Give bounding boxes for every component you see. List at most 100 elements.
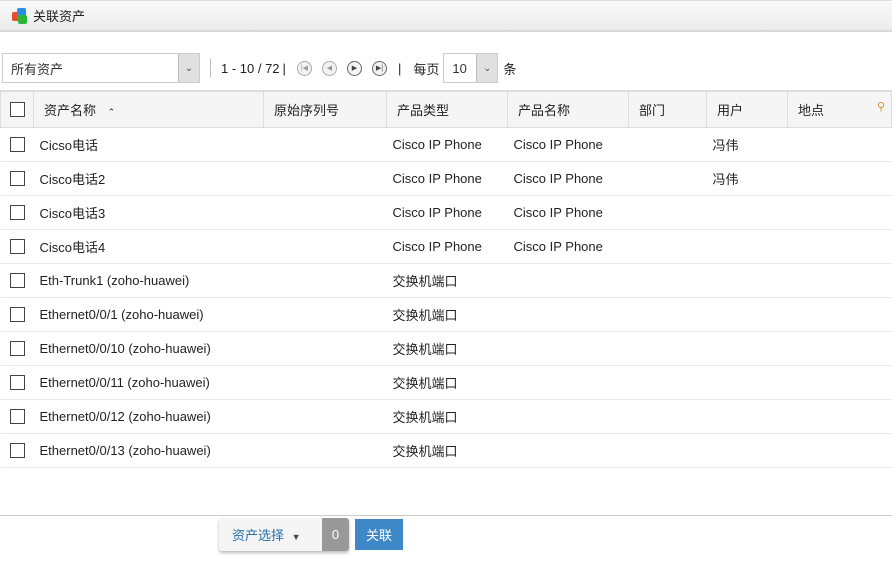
next-page-icon[interactable]: ▶ <box>346 60 362 76</box>
cell-dept <box>628 331 707 366</box>
cell-serial <box>263 127 387 162</box>
cell-dept <box>628 365 707 400</box>
table-row[interactable]: Eth-Trunk1 (zoho-huawei) 交换机端口 <box>0 263 892 298</box>
row-checkbox[interactable] <box>9 443 25 459</box>
cell-name: Ethernet0/0/10 (zoho-huawei) <box>33 331 264 366</box>
row-checkbox[interactable] <box>9 375 25 391</box>
sort-asc-icon[interactable]: ⌃ <box>108 107 116 117</box>
cell-name: Ethernet0/0/1 (zoho-huawei) <box>33 297 264 332</box>
first-page-icon[interactable]: |◀ <box>296 60 312 76</box>
asset-select-button[interactable]: 资产选择 ▼ 0 <box>219 518 349 551</box>
footer-divider <box>0 515 892 516</box>
cell-location <box>787 263 892 298</box>
cell-user <box>706 433 788 468</box>
cell-product: Cisco IP Phone <box>507 127 629 162</box>
table-row[interactable]: Ethernet0/0/13 (zoho-huawei) 交换机端口 <box>0 433 892 468</box>
link-button[interactable]: 关联 <box>355 519 403 550</box>
cell-type: 交换机端口 <box>386 365 508 400</box>
divider: | <box>282 60 286 76</box>
caret-down-icon: ▼ <box>291 532 301 542</box>
cell-serial <box>263 161 387 196</box>
table-row[interactable]: Cicso电话 Cisco IP Phone Cisco IP Phone 冯伟 <box>0 127 892 162</box>
cell-type: Cisco IP Phone <box>386 127 508 162</box>
cell-type: 交换机端口 <box>386 263 508 298</box>
chevron-down-icon[interactable]: ⌄ <box>476 54 498 82</box>
column-header-dept[interactable]: 部门 <box>628 90 707 128</box>
row-checkbox[interactable] <box>9 205 25 221</box>
cell-user <box>706 263 788 298</box>
cell-product: Cisco IP Phone <box>507 195 629 230</box>
cell-name: Eth-Trunk1 (zoho-huawei) <box>33 263 264 298</box>
column-header-name[interactable]: 资产名称 ⌃ <box>33 90 264 128</box>
chevron-down-icon[interactable]: ⌄ <box>178 54 199 82</box>
row-checkbox[interactable] <box>9 409 25 425</box>
column-header-location[interactable]: 地点 ⚲ <box>787 90 892 128</box>
cell-dept <box>628 399 707 434</box>
row-checkbox[interactable] <box>9 171 25 187</box>
per-page-label: 每页 <box>413 61 440 77</box>
table-row[interactable]: Cisco电话3 Cisco IP Phone Cisco IP Phone <box>0 195 892 230</box>
cell-dept <box>628 195 707 230</box>
page-range: 1 - 10 / 72 <box>221 60 280 76</box>
per-page-select[interactable]: 10 ⌄ <box>443 53 499 83</box>
column-header-type[interactable]: 产品类型 <box>386 90 508 128</box>
per-page-value: 10 <box>452 60 467 76</box>
table-row[interactable]: Ethernet0/0/12 (zoho-huawei) 交换机端口 <box>0 399 892 434</box>
cell-dept <box>628 127 707 162</box>
cell-type: 交换机端口 <box>386 433 508 468</box>
cell-name: Cisco电话3 <box>33 195 264 230</box>
row-checkbox[interactable] <box>9 273 25 289</box>
table-row[interactable]: Ethernet0/0/1 (zoho-huawei) 交换机端口 <box>0 297 892 332</box>
table-row[interactable]: Ethernet0/0/10 (zoho-huawei) 交换机端口 <box>0 331 892 366</box>
assets-logo-icon <box>12 7 28 24</box>
cell-location <box>787 399 892 434</box>
cell-product <box>507 263 629 298</box>
asset-select-label: 资产选择 <box>232 528 285 543</box>
cell-user <box>706 365 788 400</box>
cell-user <box>706 331 788 366</box>
cell-type: Cisco IP Phone <box>386 195 508 230</box>
table-row[interactable]: Ethernet0/0/11 (zoho-huawei) 交换机端口 <box>0 365 892 400</box>
column-header-serial[interactable]: 原始序列号 <box>263 90 387 128</box>
row-checkbox[interactable] <box>9 239 25 255</box>
last-page-icon[interactable]: ▶| <box>371 60 387 76</box>
divider: | <box>397 60 402 76</box>
asset-filter-value: 所有资产 <box>11 61 64 77</box>
cell-serial <box>263 365 387 400</box>
cell-location <box>787 229 892 264</box>
cell-serial <box>263 399 387 434</box>
cell-type: 交换机端口 <box>386 297 508 332</box>
cell-product <box>507 399 629 434</box>
column-header-user[interactable]: 用户 <box>706 90 788 128</box>
table-header: 资产名称 ⌃ 原始序列号 产品类型 产品名称 部门 用户 地点 ⚲ <box>0 90 892 128</box>
asset-table: 资产名称 ⌃ 原始序列号 产品类型 产品名称 部门 用户 地点 ⚲ Cicso电话… <box>0 90 892 468</box>
table-row[interactable]: Cisco电话4 Cisco IP Phone Cisco IP Phone <box>0 229 892 264</box>
cell-dept <box>628 433 707 468</box>
row-checkbox[interactable] <box>9 137 25 153</box>
cell-user: 冯伟 <box>706 127 788 162</box>
cell-serial <box>263 433 387 468</box>
column-header-product[interactable]: 产品名称 <box>507 90 629 128</box>
cell-location <box>787 297 892 332</box>
cell-location <box>787 127 892 162</box>
cell-name: Ethernet0/0/11 (zoho-huawei) <box>33 365 264 400</box>
cell-type: 交换机端口 <box>386 331 508 366</box>
page-title: 关联资产 <box>33 9 86 24</box>
cell-dept <box>628 161 707 196</box>
select-all-checkbox[interactable] <box>9 102 25 118</box>
cell-user: 冯伟 <box>706 161 788 196</box>
row-checkbox[interactable] <box>9 307 25 323</box>
table-row[interactable]: Cisco电话2 Cisco IP Phone Cisco IP Phone 冯伟 <box>0 161 892 196</box>
cell-product <box>507 331 629 366</box>
cell-serial <box>263 195 387 230</box>
cell-product <box>507 297 629 332</box>
asset-filter-select[interactable]: 所有资产 ⌄ <box>2 53 200 83</box>
cell-name: Cicso电话 <box>33 127 264 162</box>
prev-page-icon[interactable]: ◀ <box>321 60 337 76</box>
search-icon[interactable]: ⚲ <box>877 100 885 113</box>
cell-type: Cisco IP Phone <box>386 229 508 264</box>
row-checkbox[interactable] <box>9 341 25 357</box>
cell-location <box>787 365 892 400</box>
cell-location <box>787 195 892 230</box>
cell-name: Cisco电话2 <box>33 161 264 196</box>
